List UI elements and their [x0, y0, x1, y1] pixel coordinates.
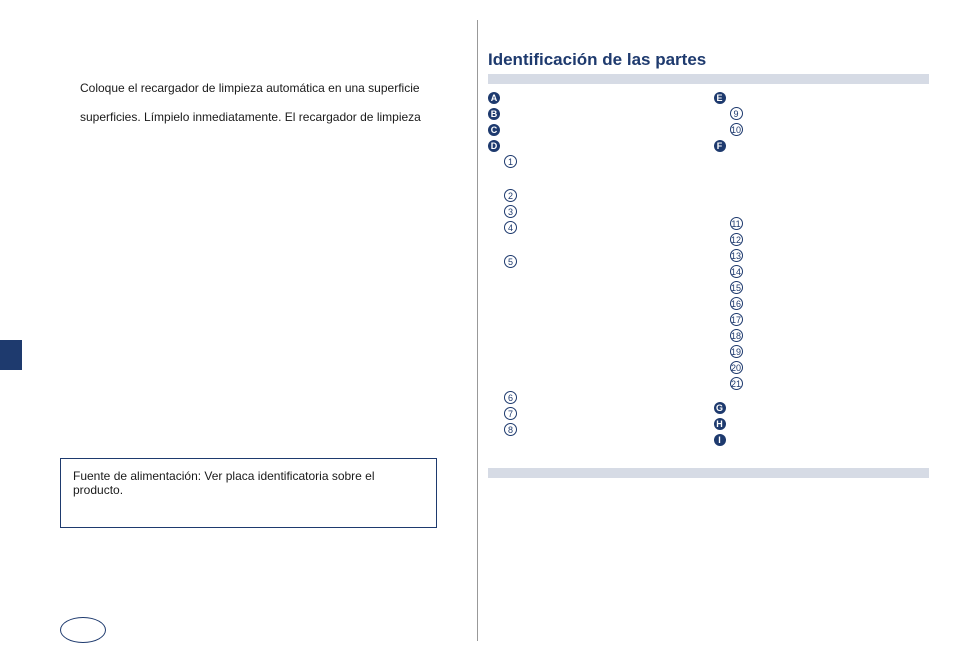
part-item-11: 11: [730, 216, 930, 231]
part-item-7: 7: [504, 406, 704, 421]
part-item-15: 15: [730, 280, 930, 295]
part-section-f: F: [714, 138, 930, 153]
part-item-9: 9: [730, 106, 930, 121]
letter-badge-icon: C: [488, 124, 500, 136]
section-title: Identificación de las partes: [488, 50, 929, 70]
part-item-18: 18: [730, 328, 930, 343]
part-item-12: 12: [730, 232, 930, 247]
body-text-2: superficies. Límpielo inmediatamente. El…: [80, 109, 457, 126]
page-index-tab: [0, 340, 22, 370]
part-item-1: 1: [504, 154, 704, 169]
part-item-13: 13: [730, 248, 930, 263]
part-section-e: E: [714, 90, 930, 105]
letter-badge-icon: D: [488, 140, 500, 152]
number-badge-icon: 16: [730, 297, 743, 310]
part-item-2: 2: [504, 188, 704, 203]
letter-badge-icon: I: [714, 434, 726, 446]
part-item-5: 5: [504, 254, 704, 269]
parts-column-left: ABCD 1 2 3 4 5 6 7 8: [488, 90, 704, 448]
bottom-underline: [488, 468, 929, 478]
number-badge-icon: 15: [730, 281, 743, 294]
number-badge-icon: 6: [504, 391, 517, 404]
part-item-10: 10: [730, 122, 930, 137]
letter-badge-icon: G: [714, 402, 726, 414]
number-badge-icon: 8: [504, 423, 517, 436]
number-badge-icon: 12: [730, 233, 743, 246]
number-badge-icon: 20: [730, 361, 743, 374]
specifications-box: Fuente de alimentación: Ver placa identi…: [60, 458, 437, 528]
number-badge-icon: 10: [730, 123, 743, 136]
number-badge-icon: 4: [504, 221, 517, 234]
spec-text: Fuente de alimentación: Ver placa identi…: [73, 469, 375, 497]
letter-badge-icon: E: [714, 92, 726, 104]
number-badge-icon: 19: [730, 345, 743, 358]
part-item-8: 8: [504, 422, 704, 437]
part-item-20: 20: [730, 360, 930, 375]
number-badge-icon: 18: [730, 329, 743, 342]
part-item-17: 17: [730, 312, 930, 327]
part-section-c: C: [488, 122, 704, 137]
number-badge-icon: 7: [504, 407, 517, 420]
number-badge-icon: 9: [730, 107, 743, 120]
number-badge-icon: 11: [730, 217, 743, 230]
part-section-i: I: [714, 432, 930, 447]
part-item-19: 19: [730, 344, 930, 359]
number-badge-icon: 3: [504, 205, 517, 218]
page-number-oval: [60, 617, 106, 643]
number-badge-icon: 1: [504, 155, 517, 168]
part-section-a: A: [488, 90, 704, 105]
number-badge-icon: 5: [504, 255, 517, 268]
number-badge-icon: 21: [730, 377, 743, 390]
letter-badge-icon: F: [714, 140, 726, 152]
right-page: Identificación de las partes ABCD 1 2 3 4 …: [477, 20, 954, 641]
letter-badge-icon: B: [488, 108, 500, 120]
title-underline: [488, 74, 929, 84]
parts-column-right: E 9 10 F 11 12 13 14 15 16 17 18 19 20 21 GHI: [714, 90, 930, 448]
number-badge-icon: 14: [730, 265, 743, 278]
number-badge-icon: 17: [730, 313, 743, 326]
number-badge-icon: 2: [504, 189, 517, 202]
part-item-21: 21: [730, 376, 930, 391]
part-section-b: B: [488, 106, 704, 121]
part-item-16: 16: [730, 296, 930, 311]
letter-badge-icon: H: [714, 418, 726, 430]
part-item-14: 14: [730, 264, 930, 279]
body-text-1: Coloque el recargador de limpieza automá…: [80, 80, 457, 97]
part-section-d: D: [488, 138, 704, 153]
part-section-g: G: [714, 400, 930, 415]
left-page: Coloque el recargador de limpieza automá…: [0, 0, 477, 671]
number-badge-icon: 13: [730, 249, 743, 262]
part-item-3: 3: [504, 204, 704, 219]
part-section-h: H: [714, 416, 930, 431]
part-item-6: 6: [504, 390, 704, 405]
letter-badge-icon: A: [488, 92, 500, 104]
part-item-4: 4: [504, 220, 704, 235]
